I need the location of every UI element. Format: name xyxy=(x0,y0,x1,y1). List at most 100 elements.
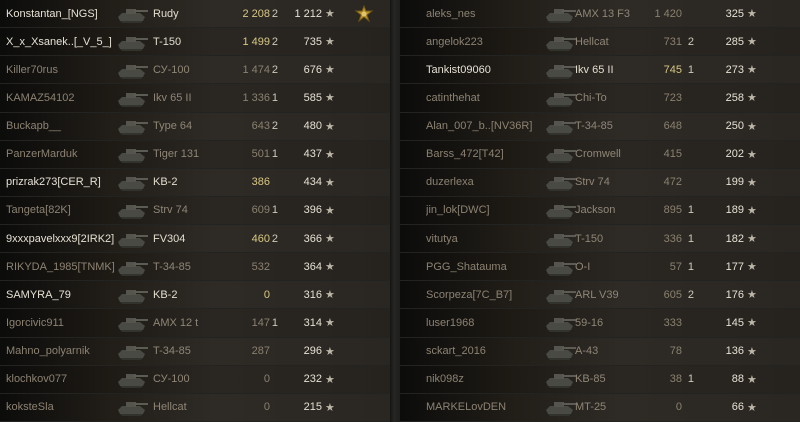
tank-icon xyxy=(540,394,580,421)
player-row[interactable]: Tangeta[82K] Strv 74 609 1 396 ★ xyxy=(0,196,390,225)
xp-value: 366 xyxy=(303,232,322,245)
xp-star-icon: ★ xyxy=(325,345,335,358)
kills-value xyxy=(680,84,694,111)
xp-star-icon: ★ xyxy=(325,289,335,302)
player-name: 9xxxpavelxxx9[2IRK2] xyxy=(6,232,115,245)
damage-value: 731 xyxy=(663,35,682,48)
xp-star-icon: ★ xyxy=(747,148,757,161)
tank-icon xyxy=(540,197,580,224)
player-row[interactable]: Alan_007_b..[NV36R] T-34-85 648 250 ★ xyxy=(400,112,800,141)
kills-value: 1 xyxy=(687,63,694,76)
kills-value xyxy=(680,309,694,336)
kills-value xyxy=(262,394,278,421)
player-row[interactable]: RIKYDA_1985[TNMK] T-34-85 532 364 ★ xyxy=(0,253,390,282)
damage-value: 415 xyxy=(663,148,682,161)
tank-icon xyxy=(540,366,580,393)
player-row[interactable]: 9xxxpavelxxx9[2IRK2] FV304 460 2 366 ★ xyxy=(0,225,390,254)
player-row[interactable]: Killer70rus СУ-100 1 474 2 676 ★ xyxy=(0,56,390,85)
player-row[interactable]: sckart_2016 A-43 78 136 ★ xyxy=(400,337,800,366)
player-name: nik098z xyxy=(426,373,464,386)
player-name: jin_lok[DWC] xyxy=(426,204,490,217)
xp-star-icon: ★ xyxy=(747,345,757,358)
tank-name: AMX 12 t xyxy=(153,316,199,329)
player-row[interactable]: duzerlexa Strv 74 472 199 ★ xyxy=(400,168,800,197)
xp-value: 66 xyxy=(731,401,744,414)
tank-name: T-34-85 xyxy=(153,260,191,273)
player-row[interactable]: PanzerMarduk Tiger 131 501 1 437 ★ xyxy=(0,140,390,169)
xp-star-icon: ★ xyxy=(325,64,335,77)
xp-star-icon: ★ xyxy=(747,317,757,330)
xp-value: 258 xyxy=(725,91,744,104)
tank-icon xyxy=(540,281,580,308)
player-row[interactable]: Tankist09060 Ikv 65 II 745 1 273 ★ xyxy=(400,56,800,85)
player-row[interactable]: catinthehat Chi-To 723 258 ★ xyxy=(400,84,800,113)
tank-name: Hellcat xyxy=(153,401,187,414)
player-row[interactable]: Barss_472[T42] Cromwell 415 202 ★ xyxy=(400,140,800,169)
player-row[interactable]: SAMYRA_79 KB-2 0 316 ★ xyxy=(0,281,390,310)
xp-value: 296 xyxy=(303,345,322,358)
kills-value xyxy=(262,169,278,196)
tank-icon xyxy=(112,84,152,111)
player-name: angelok223 xyxy=(426,35,483,48)
kills-value: 1 xyxy=(271,316,278,329)
xp-value: 735 xyxy=(303,35,322,48)
player-name: Buckapb__ xyxy=(6,120,62,133)
player-row[interactable]: aleks_nes AMX 13 F3 1 420 325 ★ xyxy=(400,0,800,29)
player-name: duzerlexa xyxy=(426,176,474,189)
xp-value: 182 xyxy=(725,232,744,245)
damage-value: 745 xyxy=(663,63,682,76)
tank-icon xyxy=(112,225,152,252)
player-row[interactable]: PGG_Shatauma O-I 57 1 177 ★ xyxy=(400,253,800,282)
xp-value: 250 xyxy=(725,120,744,133)
kills-value: 2 xyxy=(271,63,278,76)
tank-icon xyxy=(112,141,152,168)
player-row[interactable]: KAMAZ54102 Ikv 65 II 1 336 1 585 ★ xyxy=(0,84,390,113)
xp-star-icon: ★ xyxy=(325,148,335,161)
xp-value: 676 xyxy=(303,63,322,76)
player-row[interactable]: Konstantan_[NGS] Rudy 2 208 2 1 212 ★ xyxy=(0,0,390,29)
kills-value: 2 xyxy=(687,288,694,301)
player-row[interactable]: luser1968 59-16 333 145 ★ xyxy=(400,309,800,338)
player-name: sckart_2016 xyxy=(426,345,486,358)
player-row[interactable]: prizrak273[CER_R] KB-2 386 434 ★ xyxy=(0,168,390,197)
player-row[interactable]: Buckapb__ Type 64 643 2 480 ★ xyxy=(0,112,390,141)
xp-value: 176 xyxy=(725,288,744,301)
xp-value: 325 xyxy=(725,7,744,20)
kills-value xyxy=(680,113,694,140)
player-name: PanzerMarduk xyxy=(6,148,78,161)
damage-value: 723 xyxy=(663,91,682,104)
player-name: Killer70rus xyxy=(6,63,58,76)
player-row[interactable]: koksteSla Hellcat 0 215 ★ xyxy=(0,393,390,422)
damage-value: 895 xyxy=(663,204,682,217)
player-row[interactable]: MARKELovDEN MT-25 0 66 ★ xyxy=(400,393,800,422)
tank-icon xyxy=(112,197,152,224)
player-row[interactable]: klochkov077 СУ-100 0 232 ★ xyxy=(0,365,390,394)
player-row[interactable]: angelok223 Hellcat 731 2 285 ★ xyxy=(400,28,800,57)
kills-value: 2 xyxy=(271,7,278,20)
player-row[interactable]: Scorpeza[7C_B7] ARL V39 605 2 176 ★ xyxy=(400,281,800,310)
xp-value: 88 xyxy=(731,373,744,386)
tank-name: T-150 xyxy=(153,35,182,48)
player-name: Igorcivic911 xyxy=(6,316,64,329)
player-row[interactable]: nik098z KB-85 38 1 88 ★ xyxy=(400,365,800,394)
tank-name: СУ-100 xyxy=(153,373,190,386)
damage-value: 1 420 xyxy=(654,7,682,20)
player-name: aleks_nes xyxy=(426,7,476,20)
xp-value: 232 xyxy=(303,373,322,386)
xp-value: 136 xyxy=(725,345,744,358)
tank-icon xyxy=(540,169,580,196)
kills-value: 1 xyxy=(687,232,694,245)
player-row[interactable]: Igorcivic911 AMX 12 t 147 1 314 ★ xyxy=(0,309,390,338)
player-name: Konstantan_[NGS] xyxy=(6,7,98,20)
player-row[interactable]: X_x_Xsanek..[_V_5_] T-150 1 499 2 735 ★ xyxy=(0,28,390,57)
player-row[interactable]: Mahno_polyarnik T-34-85 287 296 ★ xyxy=(0,337,390,366)
player-row[interactable]: jin_lok[DWC] Jackson 895 1 189 ★ xyxy=(400,196,800,225)
xp-value: 285 xyxy=(725,35,744,48)
tank-icon xyxy=(112,394,152,421)
player-name: PGG_Shatauma xyxy=(426,260,507,273)
player-row[interactable]: vitutya T-150 336 1 182 ★ xyxy=(400,225,800,254)
team-right-roster: aleks_nes AMX 13 F3 1 420 325 ★ angelok2… xyxy=(400,0,800,422)
xp-value: 316 xyxy=(303,288,322,301)
tank-icon xyxy=(540,56,580,83)
tank-icon xyxy=(540,113,580,140)
